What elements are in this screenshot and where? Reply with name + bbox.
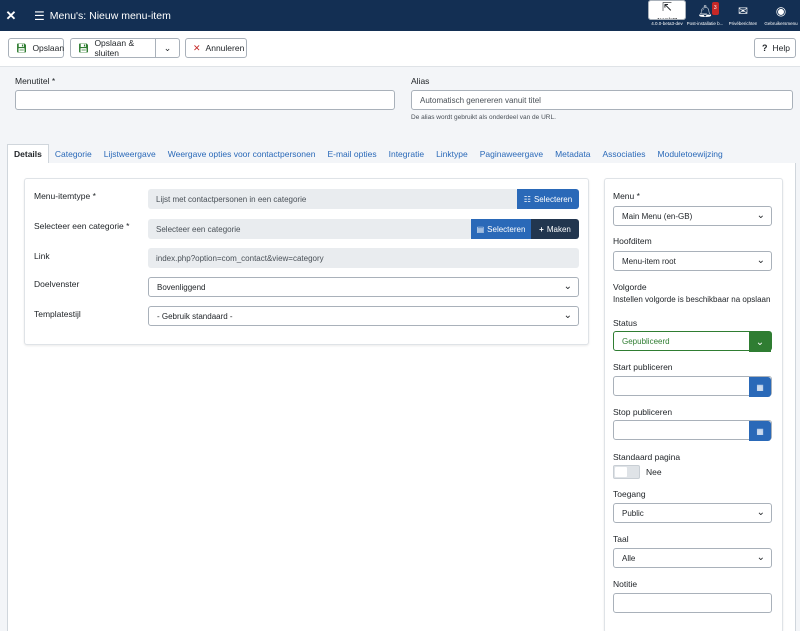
default-page-label: Standaard pagina	[613, 452, 681, 462]
category-create-button[interactable]: + Maken	[531, 219, 579, 239]
private-messages-link[interactable]: ✉ Privéberichten	[724, 0, 762, 31]
note-label: Notitie	[613, 579, 638, 589]
category-field: Selecteer een categorie	[148, 219, 472, 239]
parent-item-label: Hoofditem	[613, 236, 652, 246]
menu-item-type-select-button[interactable]: ☷ Selecteren	[517, 189, 579, 209]
post-install-link[interactable]: 🔔︎ 3 Post-installatie b...	[686, 0, 724, 31]
chevron-down-icon: ⌄	[756, 210, 765, 221]
cancel-button[interactable]: ✕ Annuleren	[185, 38, 247, 58]
site-link[interactable]: ⇱ Joomla03	[648, 0, 686, 20]
parent-item-select[interactable]: Menu-item root ⌄	[613, 251, 772, 271]
save-close-button[interactable]: 💾︎ Opslaan & sluiten	[70, 38, 156, 58]
template-style-label: Templatestijl	[34, 309, 81, 319]
calendar-icon[interactable]: ▦	[749, 421, 771, 441]
ordering-label: Volgorde	[613, 282, 647, 292]
external-link-icon: ⇱	[661, 0, 673, 14]
publish-up-label: Start publiceren	[613, 362, 673, 372]
link-field: index.php?option=com_contact&view=catego…	[148, 248, 579, 268]
default-page-toggle[interactable]	[613, 465, 640, 479]
tab-module-assignment[interactable]: Moduletoewijzing	[652, 144, 729, 164]
note-input[interactable]	[613, 593, 772, 613]
title-input[interactable]	[15, 90, 395, 110]
chevron-down-icon: ⌄	[756, 255, 765, 266]
alias-input[interactable]: Automatisch genereren vanuit titel	[411, 90, 793, 110]
menu-select[interactable]: Main Menu (en-GB) ⌄	[613, 206, 772, 226]
toolbar: 💾︎ Opslaan 💾︎ Opslaan & sluiten ⌄ ✕ Annu…	[0, 31, 800, 67]
tab-associations[interactable]: Associaties	[597, 144, 652, 164]
tab-metadata[interactable]: Metadata	[549, 144, 596, 164]
tab-contact-display-options[interactable]: Weergave opties voor contactpersonen	[162, 144, 322, 164]
chevron-down-icon: ⌄	[756, 552, 765, 563]
plus-icon: +	[539, 224, 544, 234]
default-page-value: Nee	[646, 467, 662, 477]
details-card: Menu-itemtype * Lijst met contactpersone…	[24, 178, 589, 345]
publish-down-input[interactable]: ▦	[613, 420, 772, 441]
menu-label: Menu *	[613, 191, 640, 201]
language-label: Taal	[613, 534, 629, 544]
tab-category[interactable]: Categorie	[49, 144, 98, 164]
save-icon: 💾︎	[16, 42, 28, 53]
sidebar-card: Menu * Main Menu (en-GB) ⌄ Hoofditem Men…	[604, 178, 783, 631]
list-icon: ☷	[523, 194, 531, 204]
save-button[interactable]: 💾︎ Opslaan	[8, 38, 64, 58]
joomla-logo-icon[interactable]: ✕	[0, 0, 22, 31]
tab-integration[interactable]: Integratie	[383, 144, 430, 164]
toggle-knob	[615, 467, 627, 477]
tab-details[interactable]: Details	[7, 144, 49, 164]
language-select[interactable]: Alle ⌄	[613, 548, 772, 568]
save-icon: 💾︎	[78, 42, 90, 53]
publish-up-input[interactable]: ▦	[613, 376, 772, 397]
tab-email-options[interactable]: E-mail opties	[321, 144, 382, 164]
chevron-down-icon: ⌄	[163, 42, 172, 53]
chevron-down-icon: ⌄	[563, 281, 572, 292]
template-style-select[interactable]: - Gebruik standaard - ⌄	[148, 306, 579, 326]
bell-icon: 🔔︎ 3	[697, 2, 719, 18]
tab-page-display[interactable]: Paginaweergave	[474, 144, 549, 164]
target-window-label: Doelvenster	[34, 279, 80, 289]
user-menu[interactable]: ◉ Gebruikersmenu	[762, 0, 800, 31]
access-select[interactable]: Public ⌄	[613, 503, 772, 523]
envelope-icon: ✉	[737, 4, 749, 18]
status-label: Status	[613, 318, 638, 328]
category-select-button[interactable]: ▤ Selecteren	[471, 219, 531, 239]
chevron-down-icon: ⌄	[563, 310, 572, 321]
page-title: ☰ Menu's: Nieuw menu-item	[34, 8, 171, 23]
tab-list-view[interactable]: Lijstweergave	[98, 144, 162, 164]
tab-bar: Details Categorie Lijstweergave Weergave…	[7, 144, 796, 164]
save-dropdown-toggle[interactable]: ⌄	[155, 38, 180, 58]
user-icon: ◉	[775, 4, 787, 18]
alias-help: De alias wordt gebruikt als onderdeel va…	[411, 114, 556, 121]
chevron-down-icon: ⌄	[749, 332, 771, 352]
status-select[interactable]: Gepubliceerd ⌄	[613, 331, 772, 352]
publish-down-label: Stop publiceren	[613, 407, 673, 417]
chevron-down-icon: ⌄	[756, 507, 765, 518]
question-icon: ?	[762, 43, 768, 53]
ordering-text: Instellen volgorde is beschikbaar na ops…	[613, 295, 771, 304]
help-button[interactable]: ? Help	[754, 38, 796, 58]
close-icon: ✕	[193, 42, 201, 53]
file-icon: ▤	[476, 224, 485, 234]
menu-item-type-label: Menu-itemtype *	[34, 191, 96, 201]
alias-label: Alias	[411, 76, 430, 86]
list-icon: ☰	[34, 8, 45, 23]
category-label: Selecteer een categorie *	[34, 221, 130, 231]
header-bar: ✕ ☰ Menu's: Nieuw menu-item ✕ 4.0.0-beta…	[0, 0, 800, 31]
access-label: Toegang	[613, 489, 646, 499]
calendar-icon[interactable]: ▦	[749, 377, 771, 397]
notification-badge: 3	[711, 2, 719, 15]
header-icons: ✕ 4.0.0-beta3-dev A文 Meertalige status 🔔…	[648, 0, 800, 31]
tab-link-type[interactable]: Linktype	[430, 144, 474, 164]
menu-item-type-field: Lijst met contactpersonen in een categor…	[148, 189, 518, 209]
title-label: Menutitel *	[15, 76, 56, 86]
link-label: Link	[34, 251, 50, 261]
target-window-select[interactable]: Bovenliggend ⌄	[148, 277, 579, 297]
tab-content: Menu-itemtype * Lijst met contactpersone…	[7, 163, 796, 631]
